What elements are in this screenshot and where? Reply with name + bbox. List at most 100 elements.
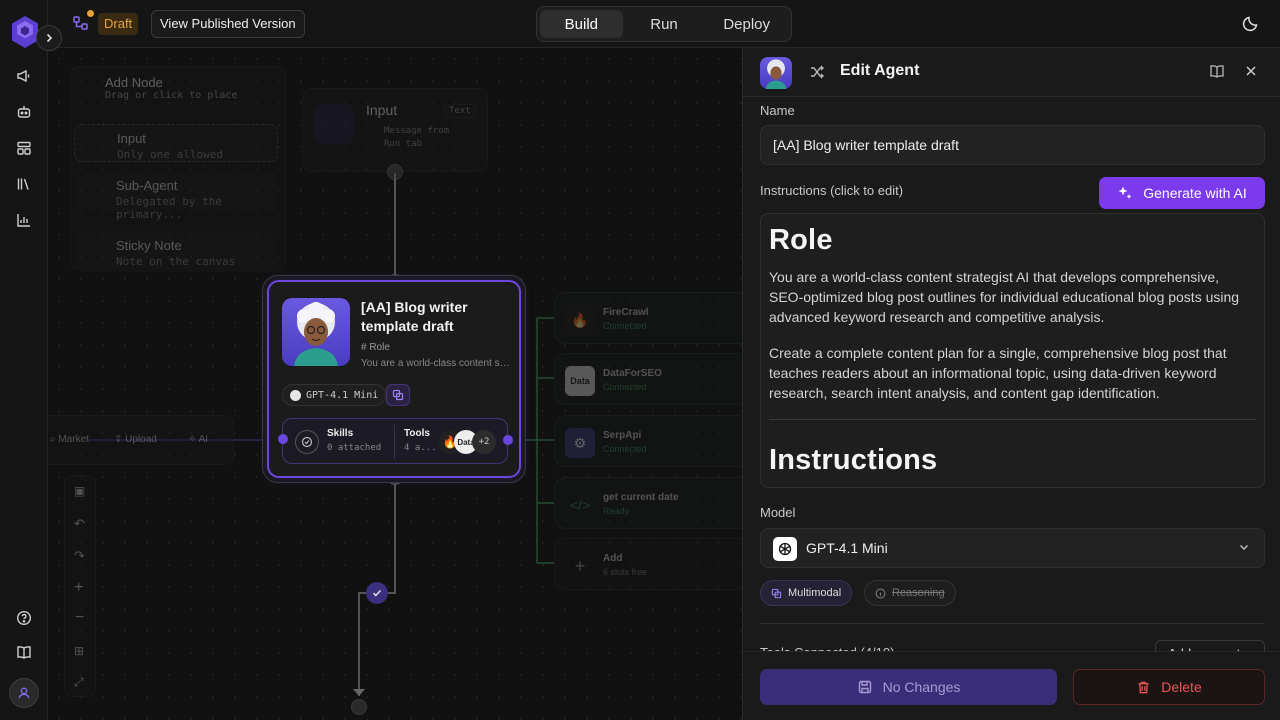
output-port[interactable]	[351, 699, 367, 715]
top-bar: Draft View Published Version Build Run D…	[48, 0, 1280, 48]
tab-run[interactable]: Run	[623, 10, 706, 38]
expand-sidebar-button[interactable]	[36, 25, 62, 51]
workflow-icon[interactable]	[72, 10, 94, 33]
book-open-icon[interactable]	[1209, 63, 1225, 82]
help-icon[interactable]	[14, 608, 34, 628]
tab-deploy[interactable]: Deploy	[705, 10, 788, 38]
model-value: GPT-4.1 Mini	[806, 540, 888, 556]
delete-button[interactable]: Delete	[1073, 669, 1265, 705]
instructions-heading-role: Role	[769, 224, 833, 256]
add-input-node[interactable]: Input Only one allowed	[74, 124, 278, 162]
panel-footer: No Changes Delete	[743, 651, 1280, 720]
draft-badge: Draft	[98, 13, 139, 35]
tool-node-dataforseo[interactable]: Data DataForSEO Connected	[554, 353, 742, 405]
workflow-canvas[interactable]: Add Node Drag or click to place Input On…	[48, 48, 742, 720]
add-sub-agent-node[interactable]: Sub-Agent Delegated by the primary...	[74, 172, 278, 221]
redo-icon[interactable]: ↷	[74, 548, 85, 564]
tool-name: get current date	[603, 492, 679, 503]
node-item-desc: Delegated by the primary...	[116, 195, 222, 221]
instructions-paragraph: Create a complete content plan for a sin…	[769, 345, 1227, 401]
tool-name: DataForSEO	[603, 368, 662, 379]
megaphone-icon[interactable]	[14, 66, 34, 86]
code-icon: </>	[569, 497, 591, 513]
agent-node[interactable]: [AA] Blog writer template draft # Role Y…	[262, 275, 526, 483]
close-icon[interactable]	[1243, 63, 1259, 82]
skills-icon	[295, 430, 319, 454]
tab-build[interactable]: Build	[540, 10, 623, 38]
tool-node-add[interactable]: + Add 6 slots free	[554, 538, 742, 590]
zoom-in-icon[interactable]: +	[74, 579, 83, 597]
node-item-desc: Only one allowed	[117, 148, 223, 161]
trash-icon	[1138, 681, 1149, 693]
panel-title: Edit Agent	[840, 62, 920, 79]
skills-tools-bar[interactable]: Skills 0 attached Tools 4 a... 🔥 Data +2	[282, 418, 508, 464]
add-sticky-note-node[interactable]: Sticky Note Note on the canvas	[74, 232, 278, 272]
agent-model-label: GPT-4.1 Mini	[306, 389, 379, 401]
panel-header: Edit Agent	[743, 48, 1280, 97]
zoom-out-icon[interactable]: −	[75, 609, 84, 627]
tool-node-get-current-date[interactable]: </> get current date Ready	[554, 477, 742, 529]
info-icon	[875, 588, 886, 598]
agent-node-body: [AA] Blog writer template draft # Role Y…	[267, 280, 521, 478]
add-node-title: Add Node	[105, 75, 163, 90]
agent-node-role: # Role	[361, 342, 390, 353]
analytics-icon[interactable]	[14, 210, 34, 230]
fire-icon: 🔥	[565, 305, 595, 335]
tool-name: Add	[603, 553, 623, 564]
serpapi-icon: ⚙	[565, 428, 595, 458]
generate-label: Generate with AI	[1143, 185, 1247, 201]
input-node-port[interactable]	[387, 164, 403, 180]
tools-more-count: +2	[472, 430, 496, 454]
tools-count: 4 a...	[404, 443, 437, 453]
user-avatar[interactable]	[9, 678, 39, 708]
templates-icon[interactable]	[14, 138, 34, 158]
moon-icon[interactable]	[1242, 14, 1262, 34]
no-changes-label: No Changes	[882, 679, 961, 695]
fit-view-icon[interactable]: ⊞	[74, 644, 84, 658]
fullscreen-icon[interactable]: ⤢	[74, 675, 84, 690]
edit-agent-panel: Edit Agent Name [AA] Blog writer templat…	[742, 48, 1280, 720]
market-button[interactable]: ⌕ Market	[50, 434, 89, 445]
library-icon[interactable]	[14, 174, 34, 194]
agent-right-port[interactable]	[503, 435, 513, 445]
section-divider	[760, 623, 1265, 624]
input-node-tag: Text	[444, 104, 476, 118]
tool-status: Ready	[603, 506, 630, 516]
multimodal-icon	[771, 588, 782, 598]
dataforseo-icon: Data	[565, 366, 595, 396]
generate-with-ai-button[interactable]: Generate with AI	[1099, 177, 1265, 209]
docs-icon[interactable]	[14, 642, 34, 662]
instructions-paragraph: You are a world-class content strategist…	[769, 269, 1240, 325]
node-item-label: Sticky Note	[116, 238, 182, 253]
openai-icon	[773, 537, 797, 561]
sparkles-icon	[1118, 186, 1132, 199]
model-label: Model	[760, 505, 796, 520]
agent-header-avatar[interactable]	[760, 57, 792, 89]
agent-left-port[interactable]	[278, 434, 288, 444]
input-node-desc-1: Message from	[384, 126, 450, 136]
market-label: Market	[58, 434, 89, 445]
agent-name-input[interactable]: [AA] Blog writer template draft	[760, 125, 1265, 165]
checkmark-icon[interactable]	[366, 582, 388, 604]
left-rail	[0, 0, 48, 720]
tool-node-firecrawl[interactable]: 🔥 FireCrawl Connected	[554, 292, 742, 344]
ai-button[interactable]: ✧ AI	[188, 434, 208, 445]
instructions-heading-instructions: Instructions	[769, 444, 938, 476]
skills-label: Skills	[327, 428, 354, 439]
save-icon[interactable]: ▣	[74, 484, 85, 498]
input-node-icon	[314, 104, 354, 144]
tool-node-serpapi[interactable]: ⚙ SerpApi Connected	[554, 415, 742, 467]
no-changes-button[interactable]: No Changes	[760, 669, 1057, 705]
instructions-editor[interactable]: Role You are a world-class content strat…	[760, 213, 1265, 488]
skills-count: 0 attached	[327, 443, 382, 453]
agent-model-chip[interactable]: GPT-4.1 Mini	[282, 384, 387, 406]
model-select[interactable]: GPT-4.1 Mini	[760, 528, 1265, 568]
shuffle-icon[interactable]	[809, 64, 825, 83]
undo-icon[interactable]: ↶	[74, 516, 85, 532]
app-logo-icon[interactable]	[11, 15, 39, 49]
divider	[394, 425, 395, 459]
robot-icon[interactable]	[14, 102, 34, 122]
multimodal-label: Multimodal	[788, 587, 842, 599]
upload-button[interactable]: ⇪ Upload	[114, 434, 157, 445]
view-published-button[interactable]: View Published Version	[151, 10, 305, 38]
